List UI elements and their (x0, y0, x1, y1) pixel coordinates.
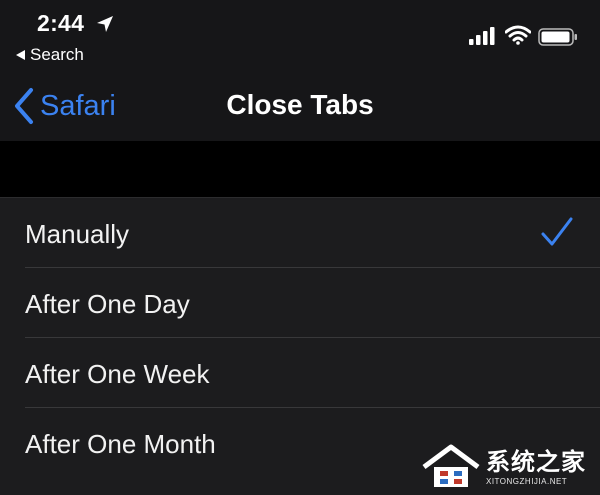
back-to-app-link[interactable]: Search (16, 45, 84, 65)
checkmark-icon (541, 217, 573, 246)
option-label: After One Week (25, 359, 210, 389)
page-title: Close Tabs (226, 89, 374, 120)
cellular-signal-icon (469, 27, 495, 45)
option-after-one-week[interactable]: After One Week (0, 338, 600, 408)
option-manually[interactable]: Manually (0, 198, 600, 268)
option-label: Manually (25, 219, 130, 249)
watermark: 系统之家 XITONGZHIJIA.NET (420, 440, 600, 494)
house-logo-icon (422, 444, 480, 487)
watermark-text: 系统之家 XITONGZHIJIA.NET (486, 449, 586, 486)
option-label: After One Day (25, 289, 190, 319)
location-arrow-icon (97, 16, 113, 32)
back-triangle-icon (16, 50, 25, 60)
status-and-nav-area: 2:44 Search Safari Close Tabs (0, 0, 600, 141)
option-label: After One Month (25, 429, 216, 459)
wifi-icon (505, 25, 531, 45)
watermark-cn: 系统之家 (486, 448, 586, 476)
watermark-en: XITONGZHIJIA.NET (486, 476, 568, 486)
back-app-label: Search (30, 45, 84, 64)
option-after-one-day[interactable]: After One Day (0, 268, 600, 338)
battery-icon (538, 28, 577, 46)
section-spacer (0, 141, 600, 197)
status-time: 2:44 (37, 10, 85, 36)
